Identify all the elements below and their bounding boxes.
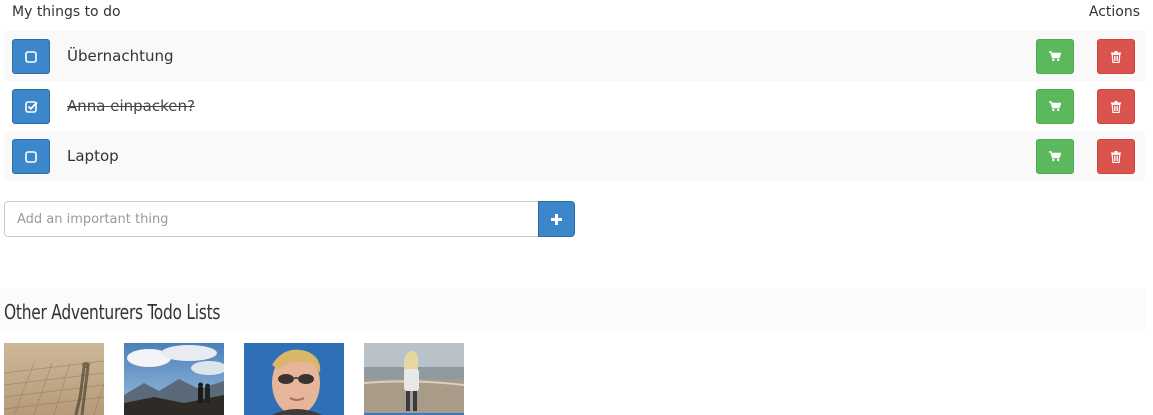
todo-checkbox-button[interactable] (12, 139, 50, 174)
shopping-cart-icon (1049, 51, 1061, 62)
checked-square-icon (24, 100, 38, 113)
other-lists-title: Other Adventurers Todo Lists (4, 300, 221, 324)
todo-checkbox-button[interactable] (12, 89, 50, 124)
cart-button[interactable] (1036, 89, 1074, 124)
adventurer-avatar[interactable] (124, 343, 224, 415)
todo-text: Anna einpacken? (67, 97, 195, 115)
cart-button[interactable] (1036, 139, 1074, 174)
delete-button[interactable] (1097, 39, 1135, 74)
adventurer-avatar[interactable] (364, 343, 464, 415)
trash-icon (1111, 150, 1121, 163)
todo-text: Laptop (67, 147, 119, 165)
todo-row: Laptop (4, 131, 1145, 181)
cart-button[interactable] (1036, 39, 1074, 74)
trash-icon (1111, 50, 1121, 63)
delete-button[interactable] (1097, 139, 1135, 174)
shopping-cart-icon (1049, 151, 1061, 162)
man-sunglasses-photo (244, 343, 344, 415)
shopping-cart-icon (1049, 101, 1061, 112)
mountain-couple-photo (124, 343, 224, 415)
unchecked-square-icon (25, 150, 37, 163)
add-todo-button[interactable] (538, 201, 575, 237)
adventurer-avatar[interactable] (244, 343, 344, 415)
plus-icon (551, 213, 562, 225)
todo-list-title: My things to do (12, 4, 121, 20)
todo-row: Anna einpacken? (4, 81, 1145, 131)
todo-text: Übernachtung (67, 47, 174, 65)
trash-icon (1111, 100, 1121, 113)
add-todo-input[interactable] (4, 201, 539, 237)
delete-button[interactable] (1097, 89, 1135, 124)
todo-checkbox-button[interactable] (12, 39, 50, 74)
todo-list: Übernachtung Anna einpacken? Laptop (4, 31, 1145, 181)
unchecked-square-icon (25, 50, 37, 63)
add-todo-form (4, 201, 575, 237)
woman-beach-photo (364, 343, 464, 415)
adventurer-avatar[interactable] (4, 343, 104, 415)
todo-row: Übernachtung (4, 31, 1145, 81)
actions-column-label: Actions (1088, 4, 1140, 20)
todo-header: My things to do Actions (0, 0, 1153, 28)
desert-shadow-photo (4, 343, 104, 415)
